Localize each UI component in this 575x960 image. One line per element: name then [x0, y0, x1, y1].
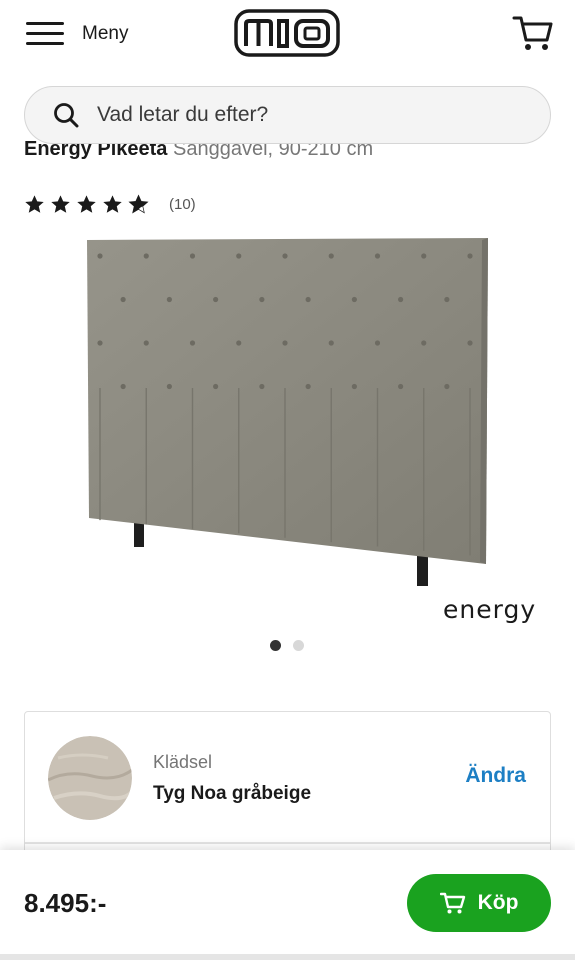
svg-text:energy: energy	[443, 596, 536, 624]
site-header: Meny	[0, 0, 575, 72]
cart-icon	[439, 892, 465, 914]
rating-count: (10)	[169, 196, 196, 213]
product-image[interactable]	[78, 228, 498, 598]
star-full-icon	[25, 195, 44, 213]
hamburger-icon	[26, 20, 64, 48]
star-full-icon	[103, 195, 122, 213]
upholstery-option-card: Klädsel Tyg Noa gråbeige Ändra	[24, 711, 551, 871]
change-option-link[interactable]: Ändra	[465, 764, 526, 788]
menu-label: Meny	[82, 23, 129, 44]
screen-bottom-edge	[0, 954, 575, 960]
search-icon	[54, 103, 79, 128]
option-divider	[25, 842, 550, 844]
carousel-dots	[270, 640, 304, 651]
search-input[interactable]	[97, 103, 517, 127]
buy-button[interactable]: Köp	[407, 874, 551, 932]
buy-label: Köp	[477, 891, 519, 914]
product-page: Meny Energy Pikeeta Sänggavel, 90-210 cm	[0, 0, 575, 960]
menu-button[interactable]: Meny	[26, 14, 128, 54]
carousel-dot[interactable]	[270, 640, 281, 651]
option-value: Tyg Noa gråbeige	[153, 783, 312, 804]
option-label: Klädsel	[153, 752, 213, 772]
rating-stars	[24, 194, 149, 215]
upholstery-option-row[interactable]: Klädsel Tyg Noa gråbeige Ändra	[25, 712, 550, 842]
star-full-icon	[51, 195, 70, 213]
star-full-icon	[77, 195, 96, 213]
cart-icon[interactable]	[512, 14, 554, 52]
product-rating[interactable]: (10)	[24, 194, 196, 215]
energy-brand-logo: energy	[443, 596, 536, 624]
search-bar[interactable]	[24, 86, 551, 144]
star-half-icon	[128, 194, 149, 214]
product-price: 8.495:-	[24, 888, 107, 918]
carousel-dot[interactable]	[293, 640, 304, 651]
mio-logo[interactable]	[234, 8, 340, 58]
fabric-swatch	[48, 736, 132, 820]
purchase-bar: 8.495:- Köp	[0, 850, 575, 954]
